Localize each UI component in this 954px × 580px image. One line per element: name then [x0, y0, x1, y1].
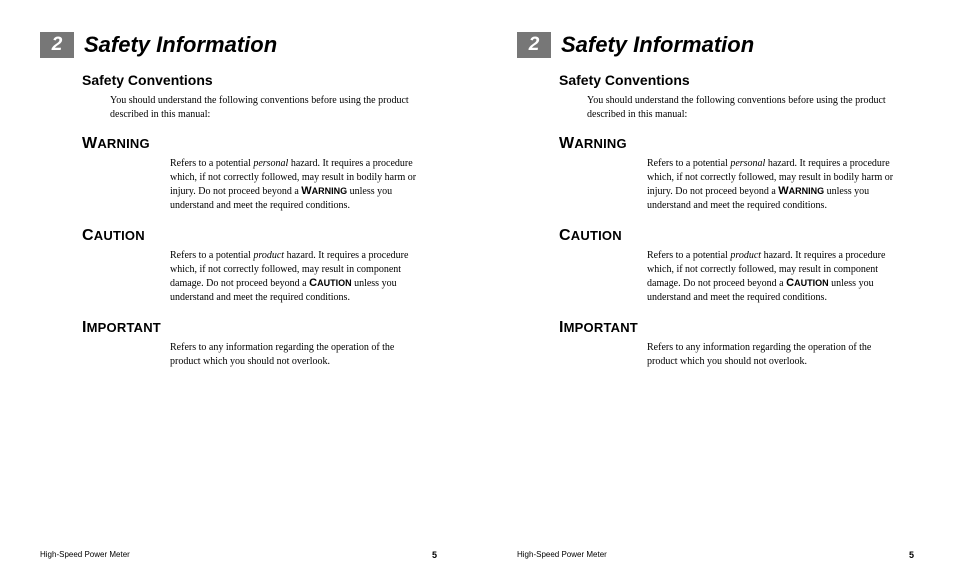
section-intro: You should understand the following conv…: [110, 94, 417, 121]
callout-caution: CAUTION Refers to a potential product ha…: [82, 227, 417, 305]
callout-caution-body: Refers to a potential product hazard. It…: [170, 249, 417, 305]
chapter-header: 2 Safety Information: [40, 32, 437, 58]
callout-important-body: Refers to any information regarding the …: [647, 341, 894, 369]
callout-warning-body: Refers to a potential personal hazard. I…: [647, 157, 894, 213]
page-right: 2 Safety Information Safety Conventions …: [477, 0, 954, 580]
callout-caution-body: Refers to a potential product hazard. It…: [647, 249, 894, 305]
page-spread: 2 Safety Information Safety Conventions …: [0, 0, 954, 580]
footer-product: High-Speed Power Meter: [40, 550, 130, 560]
footer-page-number: 5: [432, 550, 437, 560]
callout-warning-label: WARNING: [559, 135, 894, 153]
chapter-header: 2 Safety Information: [517, 32, 914, 58]
callout-warning: WARNING Refers to a potential personal h…: [559, 135, 894, 213]
callout-caution-label: CAUTION: [82, 227, 417, 245]
callout-important: IMPORTANT Refers to any information rega…: [82, 319, 417, 369]
chapter-number-badge: 2: [40, 32, 74, 58]
chapter-title: Safety Information: [84, 32, 277, 58]
callout-caution-label: CAUTION: [559, 227, 894, 245]
callout-important: IMPORTANT Refers to any information rega…: [559, 319, 894, 369]
callout-warning: WARNING Refers to a potential personal h…: [82, 135, 417, 213]
footer-page-number: 5: [909, 550, 914, 560]
chapter-title: Safety Information: [561, 32, 754, 58]
chapter-number-badge: 2: [517, 32, 551, 58]
page-left: 2 Safety Information Safety Conventions …: [0, 0, 477, 580]
callout-important-label: IMPORTANT: [82, 319, 417, 337]
section-intro: You should understand the following conv…: [587, 94, 894, 121]
callout-important-body: Refers to any information regarding the …: [170, 341, 417, 369]
section-title: Safety Conventions: [559, 72, 914, 88]
section-title: Safety Conventions: [82, 72, 437, 88]
callout-important-label: IMPORTANT: [559, 319, 894, 337]
page-footer: High-Speed Power Meter 5: [40, 550, 437, 560]
callout-caution: CAUTION Refers to a potential product ha…: [559, 227, 894, 305]
footer-product: High-Speed Power Meter: [517, 550, 607, 560]
callout-warning-body: Refers to a potential personal hazard. I…: [170, 157, 417, 213]
callout-warning-label: WARNING: [82, 135, 417, 153]
page-footer: High-Speed Power Meter 5: [517, 550, 914, 560]
